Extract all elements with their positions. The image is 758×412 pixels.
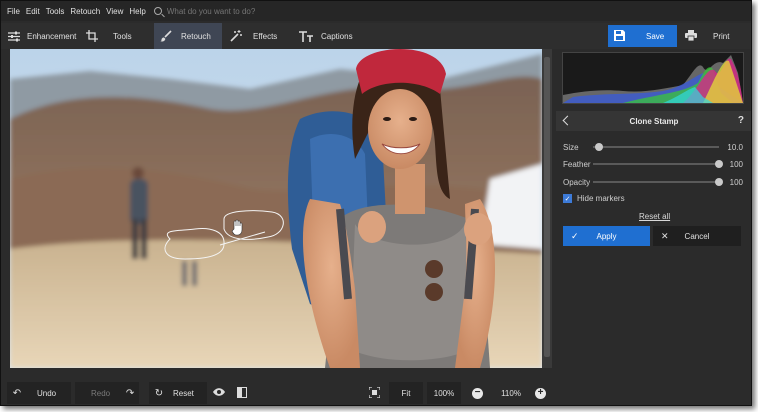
opacity-label: Opacity	[563, 177, 591, 187]
zoom-in-icon: +	[535, 387, 546, 399]
opacity-slider[interactable]	[593, 178, 723, 186]
panel-title: Clone Stamp	[629, 116, 679, 126]
size-label: Size	[563, 142, 579, 152]
compare-icon	[237, 386, 247, 400]
menu-help[interactable]: Help	[129, 7, 145, 16]
zoom-level-label: 110%	[501, 388, 521, 398]
zoom-100-button[interactable]: 100%	[427, 382, 461, 404]
feather-slider-knob[interactable]	[715, 160, 723, 168]
tab-retouch[interactable]: Retouch	[154, 23, 222, 49]
tool-panel: Clone Stamp ? Size 10.0 Feather 100 Opac…	[556, 49, 751, 385]
undo-icon: ↶	[12, 387, 22, 399]
back-arrow-icon[interactable]	[562, 115, 573, 126]
fit-button[interactable]: Fit	[389, 382, 423, 404]
crop-icon	[85, 29, 99, 43]
cancel-label: Cancel	[684, 231, 710, 241]
menu-edit[interactable]: Edit	[26, 7, 40, 16]
hide-markers-row[interactable]: ✓ Hide markers	[563, 194, 625, 203]
brush-icon	[159, 29, 173, 43]
app-window: File Edit Tools Retouch View Help Enhanc…	[0, 0, 752, 406]
reset-button[interactable]: ↻ Reset	[149, 382, 207, 404]
image-canvas[interactable]	[10, 49, 542, 368]
cancel-button[interactable]: ✕ Cancel	[653, 226, 741, 246]
size-slider[interactable]	[593, 143, 719, 151]
reset-all-link[interactable]: Reset all	[639, 212, 670, 221]
menu-bar: File Edit Tools Retouch View Help	[1, 1, 751, 21]
save-label: Save	[646, 31, 665, 41]
undo-label: Undo	[37, 388, 57, 398]
panel-header: Clone Stamp ?	[556, 111, 751, 131]
redo-label: Redo	[91, 388, 111, 398]
feather-label: Feather	[563, 159, 591, 169]
eye-icon	[213, 388, 225, 398]
tab-label: Enhancement	[27, 31, 77, 41]
hide-markers-checkbox[interactable]: ✓	[563, 194, 572, 203]
undo-button[interactable]: ↶ Undo	[7, 382, 71, 404]
tab-label: Effects	[253, 31, 278, 41]
tab-captions[interactable]: Captions	[299, 23, 359, 49]
print-button[interactable]: Print	[679, 25, 749, 47]
tab-tools[interactable]: Tools	[85, 23, 147, 49]
zoom-out-icon: −	[472, 387, 483, 399]
zoom-out-button[interactable]: −	[472, 382, 486, 404]
feather-slider[interactable]	[593, 160, 723, 168]
apply-label: Apply	[596, 231, 617, 241]
size-value: 10.0	[727, 142, 743, 152]
tab-label: Captions	[321, 31, 353, 41]
tab-enhancement[interactable]: Enhancement	[7, 23, 77, 49]
search-box	[153, 6, 287, 16]
menu-view[interactable]: View	[106, 7, 123, 16]
text-icon	[299, 29, 313, 43]
menu-retouch[interactable]: Retouch	[70, 7, 100, 16]
redo-button[interactable]: Redo ↷	[75, 382, 139, 404]
tab-effects[interactable]: Effects	[229, 23, 289, 49]
search-input[interactable]	[166, 6, 287, 16]
tab-label: Retouch	[181, 31, 211, 41]
vertical-scrollbar[interactable]	[542, 49, 552, 368]
zoom-in-button[interactable]: +	[535, 382, 549, 404]
zoom-level: 110%	[495, 382, 527, 404]
help-icon[interactable]: ?	[738, 115, 744, 126]
scrollbar-thumb[interactable]	[544, 57, 550, 357]
print-label: Print	[713, 31, 730, 41]
apply-button[interactable]: ✓ Apply	[563, 226, 650, 246]
checkmark-icon: ✓	[571, 231, 579, 241]
redo-icon: ↷	[125, 387, 135, 399]
reset-label: Reset	[173, 388, 194, 398]
fit-screen-button[interactable]	[368, 382, 387, 404]
save-button[interactable]: Save	[608, 25, 677, 47]
bottom-toolbar: ↶ Undo Redo ↷ ↻ Reset Fit 100% − 110% +	[1, 381, 553, 405]
fit-label: Fit	[401, 388, 411, 398]
size-slider-knob[interactable]	[595, 143, 604, 151]
fit-screen-icon	[368, 385, 381, 400]
preview-button[interactable]	[213, 382, 231, 404]
tab-label: Tools	[113, 31, 132, 41]
zoom-100-label: 100%	[433, 388, 455, 398]
sliders-icon	[7, 29, 21, 43]
search-icon	[153, 7, 162, 15]
menu-tools[interactable]: Tools	[46, 7, 65, 16]
feather-slider-row: Feather 100	[563, 158, 743, 170]
close-icon: ✕	[661, 231, 669, 241]
hide-markers-label: Hide markers	[577, 194, 625, 203]
menu-file[interactable]: File	[7, 7, 20, 16]
reset-icon: ↻	[154, 387, 164, 399]
magic-wand-icon	[229, 29, 243, 43]
photo-image	[10, 49, 542, 368]
opacity-slider-knob[interactable]	[715, 178, 723, 186]
size-slider-row: Size 10.0	[563, 141, 743, 153]
compare-button[interactable]	[237, 382, 255, 404]
histogram	[562, 52, 744, 104]
opacity-slider-row: Opacity 100	[563, 176, 743, 188]
printer-icon	[685, 30, 697, 42]
save-icon	[614, 30, 626, 42]
